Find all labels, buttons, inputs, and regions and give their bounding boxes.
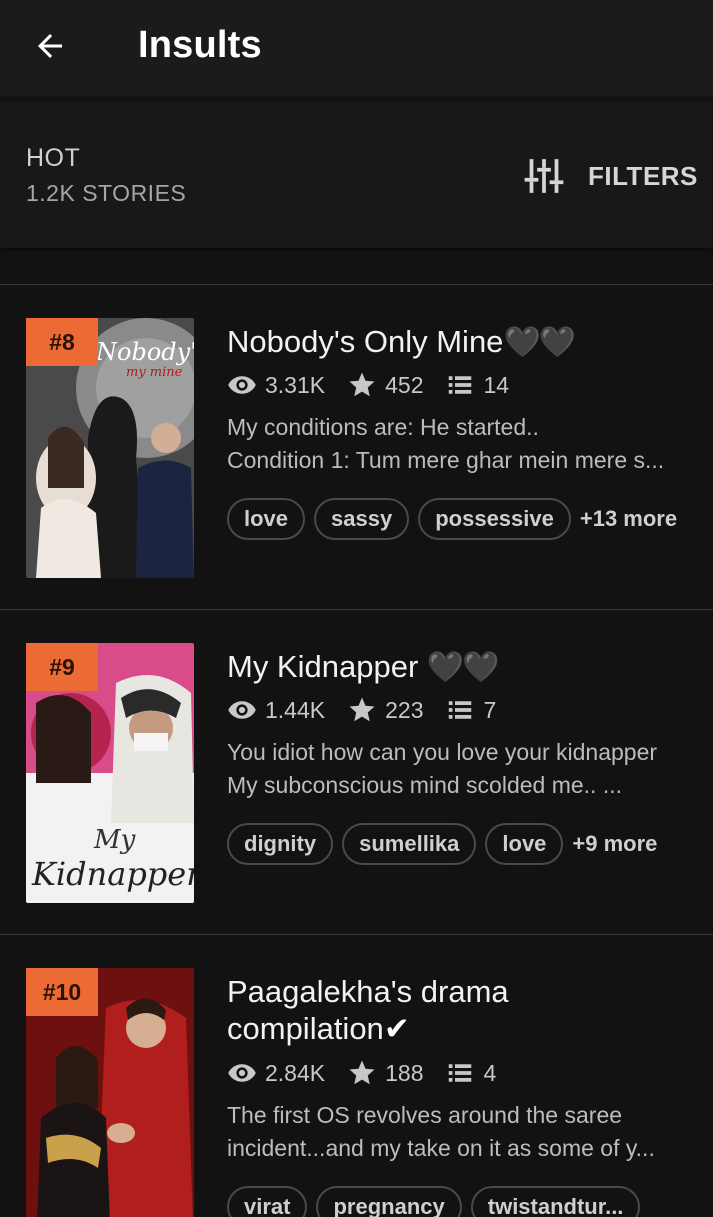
rank-badge: #8 — [26, 318, 98, 366]
eye-icon — [228, 701, 256, 719]
tag-chip[interactable]: possessive — [418, 498, 571, 540]
story-title[interactable]: My Kidnapper 🖤🖤 — [227, 648, 687, 686]
story-card[interactable]: My Kidnapper #9 My Kidnapper 🖤🖤 1.44K 22… — [0, 610, 713, 935]
story-description: You idiot how can you love your kidnappe… — [227, 736, 687, 802]
story-card[interactable]: Nobody's my mine #8 Nobody's Only Mine🖤🖤… — [0, 285, 713, 610]
reads-count: 2.84K — [265, 1059, 326, 1086]
tag-chip[interactable]: love — [227, 498, 306, 540]
story-title-text: Nobody's Only Mine — [227, 324, 504, 359]
tag-list: dignity sumellika love +9 more — [227, 823, 657, 865]
cover-subtitle-text: My — [93, 825, 136, 855]
story-stats: 1.44K 223 7 — [227, 695, 518, 725]
list-icon — [449, 376, 472, 394]
eye-icon — [228, 1064, 256, 1082]
cover-title-text: Nobody's — [95, 338, 194, 366]
story-description: The first OS revolves around the saree i… — [227, 1099, 687, 1165]
title-emoji: 🖤🖤 — [426, 651, 500, 684]
description-line: The first OS revolves around the saree — [227, 1102, 623, 1128]
sort-filter-bar: HOT 1.2K STORIES FILTERS — [0, 102, 713, 248]
parts-count: 7 — [483, 696, 497, 723]
votes-count: 452 — [385, 371, 424, 398]
tag-chip[interactable]: twistandtur... — [470, 1186, 641, 1217]
parts-count: 14 — [483, 371, 510, 398]
tag-chip[interactable]: love — [485, 823, 564, 865]
votes-count: 188 — [385, 1059, 424, 1086]
list-icon — [449, 701, 472, 719]
app-root: Insults HOT 1.2K STORIES FILTERS Nobody … — [0, 0, 713, 1217]
page-title: Insults — [138, 24, 262, 66]
story-description: My conditions are: He started.. Conditio… — [227, 411, 687, 477]
tag-list: love sassy possessive +13 more — [227, 498, 677, 540]
story-title[interactable]: Paagalekha's drama compilation✔ — [227, 973, 687, 1047]
eye-icon — [228, 376, 256, 394]
list-icon — [449, 1064, 472, 1082]
tag-chip[interactable]: sumellika — [342, 823, 477, 865]
tag-list: virat pregnancy twistandtur... — [227, 1186, 649, 1217]
story-title-text: Paagalekha's drama — [227, 974, 509, 1009]
arrow-left-icon — [38, 34, 62, 58]
filters-button[interactable]: FILTERS — [524, 154, 698, 198]
reads-count: 1.44K — [265, 696, 326, 723]
star-icon — [349, 1060, 375, 1085]
story-title-text: My Kidnapper — [227, 649, 419, 684]
checkmark-emoji: ✔ — [383, 1011, 410, 1046]
story-title[interactable]: Nobody's Only Mine🖤🖤 — [227, 323, 687, 361]
story-card[interactable]: #10 Paagalekha's drama compilation✔ 2.84… — [0, 935, 713, 1217]
title-emoji: 🖤🖤 — [503, 326, 576, 359]
tag-chip[interactable]: pregnancy — [316, 1186, 462, 1217]
reads-count: 3.31K — [265, 371, 326, 398]
description-line: My subconscious mind scolded me.. ... — [227, 772, 622, 798]
description-line: You idiot how can you love your kidnappe… — [227, 739, 658, 765]
top-app-bar: Insults — [0, 0, 713, 96]
parts-count: 4 — [483, 1059, 497, 1086]
story-stats: 3.31K 452 14 — [227, 370, 531, 400]
rank-badge: #10 — [26, 968, 98, 1016]
description-line: Condition 1: Tum mere ghar mein mere s..… — [227, 447, 665, 473]
story-count: 1.2K STORIES — [26, 180, 187, 206]
back-button[interactable] — [26, 22, 74, 70]
description-line: incident...and my take on it as some of … — [227, 1135, 655, 1161]
cover-title-text: Kidnapper — [31, 855, 194, 893]
tag-chip[interactable]: virat — [227, 1186, 308, 1217]
sort-label[interactable]: HOT — [26, 144, 80, 173]
star-icon — [349, 697, 375, 722]
tag-chip[interactable]: sassy — [314, 498, 410, 540]
more-tags-link[interactable]: +13 more — [580, 506, 677, 532]
story-title-text: compilation — [227, 1011, 384, 1046]
votes-count: 223 — [385, 696, 424, 723]
filters-label: FILTERS — [588, 160, 698, 191]
sliders-icon — [524, 159, 564, 193]
star-icon — [349, 372, 375, 397]
cover-subtitle-text: my mine — [126, 365, 183, 380]
description-line: My conditions are: He started.. — [227, 414, 539, 440]
story-stats: 2.84K 188 4 — [227, 1058, 518, 1088]
rank-badge: #9 — [26, 643, 98, 691]
tag-chip[interactable]: dignity — [227, 823, 334, 865]
more-tags-link[interactable]: +9 more — [572, 831, 657, 857]
